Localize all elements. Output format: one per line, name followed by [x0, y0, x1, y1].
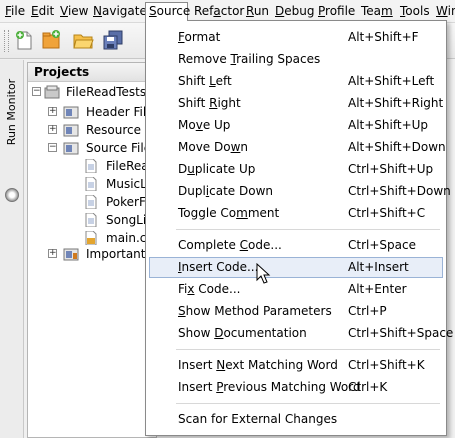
mouse-cursor-icon — [256, 263, 271, 284]
menu-item-remove-trailing-spaces[interactable]: Remove Trailing Spaces — [149, 49, 443, 70]
shortcut-label: Alt+Shift+F — [348, 30, 419, 44]
collapse-icon[interactable]: − — [32, 87, 41, 96]
menu-item-insert-previous-matching-word[interactable]: Insert Previous Matching Word Ctrl+K — [149, 377, 443, 398]
file-icon — [85, 213, 97, 227]
tree-node-file[interactable]: PokerFa — [28, 192, 156, 212]
menu-edit[interactable]: Edit — [28, 2, 57, 21]
menu-item-shift-left[interactable]: Shift Left Alt+Shift+Left — [149, 71, 443, 92]
menu-profile[interactable]: Profile — [315, 2, 358, 21]
save-all-icon[interactable] — [102, 29, 124, 51]
menu-item-complete-code[interactable]: Complete Code... Ctrl+Space — [149, 235, 443, 256]
menu-separator — [176, 403, 440, 404]
open-project-icon[interactable] — [72, 29, 94, 51]
tree-node-folder[interactable]: + Resource Fil — [28, 120, 158, 140]
menu-debug[interactable]: Debug — [272, 2, 317, 21]
expand-icon[interactable]: + — [48, 249, 57, 258]
project-icon — [44, 85, 60, 99]
menu-item-shift-right[interactable]: Shift Right Alt+Shift+Right — [149, 93, 443, 114]
tree-node-project[interactable]: − FileReadTests — [28, 82, 156, 102]
file-icon — [85, 159, 97, 173]
new-file-icon[interactable] — [13, 29, 35, 51]
source-menu-dropdown: Format Alt+Shift+F Remove Trailing Spaces… — [145, 20, 453, 436]
collapse-icon[interactable]: − — [48, 143, 57, 152]
shortcut-label: Alt+Enter — [348, 282, 407, 296]
run-monitor-icon[interactable] — [5, 188, 19, 202]
run-monitor-panel[interactable]: Run Monitor — [0, 60, 24, 438]
file-icon — [85, 177, 97, 191]
tree-node-file[interactable]: SongLib — [28, 210, 156, 230]
menu-item-scan-external-changes[interactable]: Scan for External Changes — [149, 409, 443, 430]
menu-item-show-documentation[interactable]: Show Documentation Ctrl+Shift+Space — [149, 323, 453, 344]
menu-item-insert-code[interactable]: Insert Code... Alt+Insert — [149, 257, 443, 278]
tree-label: FileReadTests — [66, 85, 147, 99]
file-icon — [85, 195, 97, 209]
expand-icon[interactable]: + — [48, 125, 57, 134]
menu-refactor[interactable]: Refactor — [191, 2, 247, 21]
folder-icon — [63, 124, 79, 137]
menu-window[interactable]: Win — [433, 2, 455, 21]
tree-node-file[interactable]: MusicLib — [28, 174, 158, 194]
shortcut-label: Alt+Shift+Right — [348, 96, 444, 110]
shortcut-label: Ctrl+Shift+Down — [348, 184, 451, 198]
menu-item-show-method-parameters[interactable]: Show Method Parameters Ctrl+P — [149, 301, 443, 322]
shortcut-label: Ctrl+K — [348, 380, 388, 394]
shortcut-label: Ctrl+Shift+Up — [348, 162, 434, 176]
tree-node-folder[interactable]: − Source Files — [28, 138, 157, 158]
menu-item-toggle-comment[interactable]: Toggle Comment Ctrl+Shift+C — [149, 203, 443, 224]
run-monitor-label[interactable]: Run Monitor — [5, 70, 19, 154]
shortcut-label: Ctrl+P — [348, 304, 387, 318]
menu-team[interactable]: Team — [358, 2, 396, 21]
cpp-file-icon — [85, 231, 97, 245]
menu-item-fix-code[interactable]: Fix Code... Alt+Enter — [149, 279, 443, 300]
projects-title[interactable]: Projects — [28, 63, 156, 82]
menu-source[interactable]: Source — [145, 2, 190, 21]
expand-icon[interactable]: + — [48, 107, 57, 116]
menu-item-duplicate-down[interactable]: Duplicate Down Ctrl+Shift+Down — [149, 181, 451, 202]
menu-navigate[interactable]: Navigate — [90, 2, 150, 21]
shortcut-label: Ctrl+Shift+Space — [348, 326, 454, 340]
shortcut-label: Ctrl+Shift+C — [348, 206, 426, 220]
tree-node-folder[interactable]: + Important F — [28, 244, 156, 264]
shortcut-label: Alt+Shift+Up — [348, 118, 429, 132]
shortcut-label: Alt+Shift+Left — [348, 74, 435, 88]
shortcut-label: Ctrl+Space — [348, 238, 416, 252]
shortcut-label: Ctrl+Shift+K — [348, 358, 425, 372]
menu-separator — [176, 349, 440, 350]
folder-icon — [63, 106, 79, 119]
tree-node-folder[interactable]: + Header Files — [28, 102, 160, 122]
projects-window: Projects − FileReadTests + Header Files … — [27, 62, 160, 438]
menu-run[interactable]: Run — [243, 2, 272, 21]
menu-item-duplicate-up[interactable]: Duplicate Up Ctrl+Shift+Up — [149, 159, 443, 180]
toolbar-grip[interactable] — [4, 30, 9, 52]
menu-tools[interactable]: Tools — [397, 2, 433, 21]
new-project-icon[interactable] — [40, 29, 62, 51]
important-files-icon — [63, 248, 79, 261]
folder-icon — [63, 142, 79, 155]
menu-item-format[interactable]: Format Alt+Shift+F — [149, 27, 443, 48]
shortcut-label: Alt+Shift+Down — [348, 140, 446, 154]
menu-item-insert-next-matching-word[interactable]: Insert Next Matching Word Ctrl+Shift+K — [149, 355, 443, 376]
menu-item-move-up[interactable]: Move Up Alt+Shift+Up — [149, 115, 443, 136]
shortcut-label: Alt+Insert — [348, 260, 409, 274]
tree-node-file[interactable]: FileRead — [28, 156, 156, 176]
menu-file[interactable]: File — [2, 2, 28, 21]
menu-view[interactable]: View — [57, 2, 91, 21]
menu-item-move-down[interactable]: Move Down Alt+Shift+Down — [149, 137, 446, 158]
menu-separator — [176, 229, 440, 230]
